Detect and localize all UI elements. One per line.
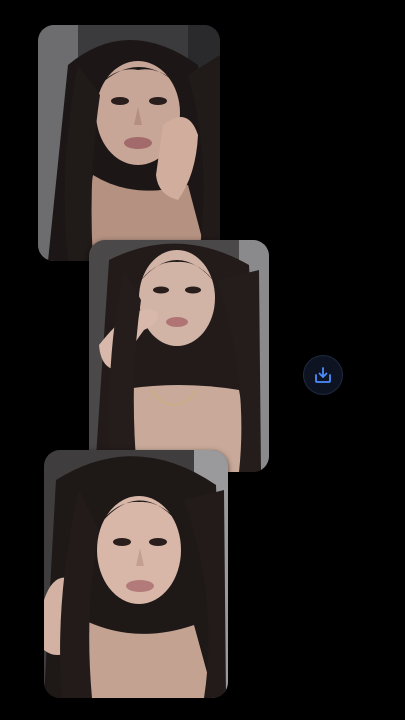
photo-3-image <box>44 450 228 698</box>
download-tray-icon <box>315 367 331 383</box>
photo-1-image <box>38 25 220 261</box>
save-button[interactable] <box>303 355 343 395</box>
photo-card-1[interactable] <box>38 25 220 261</box>
photo-strip-screen <box>0 0 405 720</box>
photo-card-3[interactable] <box>44 450 228 698</box>
photo-2-image <box>89 240 269 472</box>
photo-card-2[interactable] <box>89 240 269 472</box>
